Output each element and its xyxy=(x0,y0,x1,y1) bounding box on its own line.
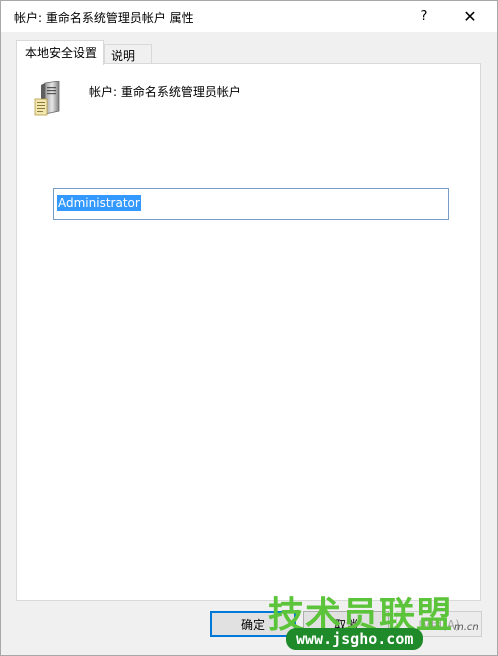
close-icon: ✕ xyxy=(463,7,477,26)
window-title: 帐户: 重命名系统管理员帐户 属性 xyxy=(14,11,194,25)
title-bar: 帐户: 重命名系统管理员帐户 属性 ? ✕ xyxy=(1,1,497,32)
account-name-input[interactable]: Administrator xyxy=(53,188,449,220)
account-label: 帐户: 重命名系统管理员帐户 xyxy=(89,85,241,99)
help-icon: ? xyxy=(420,9,428,24)
tab-panel: 帐户: 重命名系统管理员帐户 Administrator xyxy=(16,63,481,601)
tab-local-security-setting[interactable]: 本地安全设置 xyxy=(16,40,104,65)
watermark-url: www.jsgho.com xyxy=(286,628,424,650)
tab-explain[interactable]: 说明 xyxy=(104,44,152,64)
help-button[interactable]: ? xyxy=(401,1,447,32)
server-icon xyxy=(34,81,60,116)
close-button[interactable]: ✕ xyxy=(447,1,493,32)
properties-dialog: 帐户: 重命名系统管理员帐户 属性 ? ✕ 本地安全设置 说明 帐户: 重命名系… xyxy=(0,0,498,656)
watermark-suffix: m.cn xyxy=(454,622,479,633)
account-name-value: Administrator xyxy=(57,195,141,211)
site-watermark: 技术员联盟 www.jsgho.com m.cn xyxy=(268,586,496,652)
